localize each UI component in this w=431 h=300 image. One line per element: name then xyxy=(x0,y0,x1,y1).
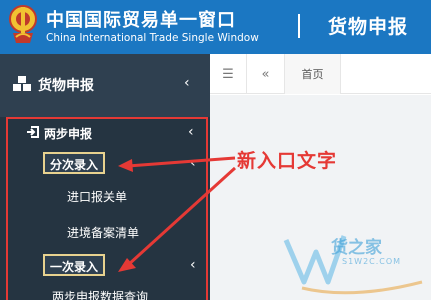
sidebar-item-goods-declaration[interactable]: 货物申报 ‹ xyxy=(0,54,210,106)
app-title-en: China International Trade Single Window xyxy=(46,32,259,44)
tab-scroll-left-button[interactable]: « xyxy=(247,54,285,94)
sidebar-item-two-step-query[interactable]: 两步申报数据查询 xyxy=(52,288,148,300)
tab-home[interactable]: 首页 xyxy=(285,54,341,94)
sidebar-item-single-entry[interactable]: 一次录入 xyxy=(43,254,106,276)
cubes-icon xyxy=(13,76,31,91)
chevron-left-icon: ‹ xyxy=(184,75,190,91)
sidebar: 货物申报 ‹ 两步申报 ‹ 分次录入 ‹ 进口报关单 进境备案清单 一次录入 ‹… xyxy=(0,54,210,300)
chevron-left-icon: ‹ xyxy=(188,124,194,140)
header-divider xyxy=(298,14,300,38)
sidebar-item-split-entry[interactable]: 分次录入 xyxy=(43,152,106,174)
hamburger-icon: ☰ xyxy=(222,66,234,82)
chevron-left-icon: ‹ xyxy=(190,257,196,273)
chevron-left-icon: ‹ xyxy=(190,155,196,171)
sign-in-icon xyxy=(27,126,39,138)
menu-toggle-button[interactable]: ☰ xyxy=(210,54,247,94)
customs-emblem-icon xyxy=(9,5,37,43)
sidebar-item-two-step-declaration[interactable]: 两步申报 ‹ xyxy=(0,120,210,146)
double-left-icon: « xyxy=(261,66,270,82)
sidebar-item-label: 两步申报 xyxy=(44,127,93,141)
app-title-cn: 中国国际贸易单一窗口 xyxy=(46,10,236,31)
module-title: 货物申报 xyxy=(328,16,409,38)
watermark-url: S1W2C.COM xyxy=(342,257,402,266)
sidebar-item-entry-filing-list[interactable]: 进境备案清单 xyxy=(67,224,139,241)
sidebar-item-label: 货物申报 xyxy=(38,78,94,94)
tab-bar: ☰ « 首页 xyxy=(210,54,431,94)
sidebar-item-import-declaration[interactable]: 进口报关单 xyxy=(67,188,127,205)
annotation-label: 新入口文字 xyxy=(237,150,338,172)
app-header: 中国国际贸易单一窗口 China International Trade Sin… xyxy=(0,0,431,54)
watermark-text: 货之家 xyxy=(331,238,382,258)
